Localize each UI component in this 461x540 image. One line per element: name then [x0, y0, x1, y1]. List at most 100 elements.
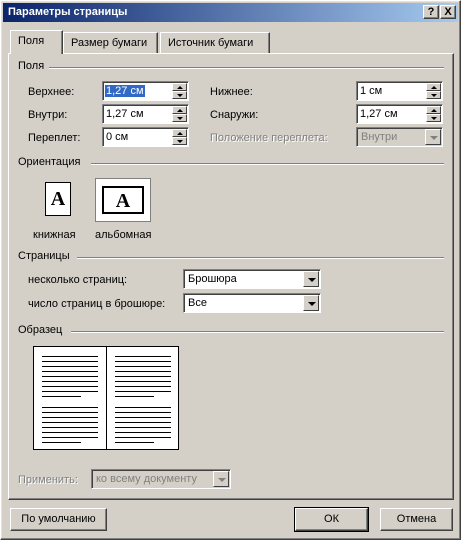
- preview-text-line: [42, 417, 98, 418]
- pages-group-label: Страницы: [18, 250, 74, 262]
- preview-right-page: [106, 347, 179, 449]
- gutter-value[interactable]: 0 см: [106, 131, 128, 143]
- tab-paper-source[interactable]: Источник бумаги: [160, 32, 270, 53]
- top-margin-value[interactable]: 1,27 см: [105, 85, 145, 97]
- gutter-position-select: Внутри: [356, 127, 443, 147]
- close-icon[interactable]: X: [440, 5, 456, 19]
- multiple-pages-label: несколько страниц:: [28, 274, 128, 286]
- preview-text-line: [42, 391, 98, 392]
- apply-to-label: Применить:: [18, 474, 78, 486]
- preview-text-line: [42, 371, 98, 372]
- landscape-page-icon: A: [102, 186, 144, 214]
- sheets-per-booklet-label: число страниц в брошюре:: [28, 298, 166, 310]
- dropdown-arrow-icon[interactable]: [303, 271, 319, 287]
- tab-paper-size-label: Размер бумаги: [71, 37, 148, 49]
- portrait-page-icon: A: [45, 182, 71, 216]
- inside-margin-value[interactable]: 1,27 см: [106, 108, 144, 120]
- preview-text-line: [115, 437, 171, 438]
- spin-up-icon[interactable]: [172, 106, 187, 114]
- preview-text-line: [115, 391, 171, 392]
- portrait-label[interactable]: книжная: [33, 229, 76, 241]
- spin-down-icon[interactable]: [172, 91, 187, 99]
- preview-text-line: [42, 366, 98, 367]
- gutter-spinner[interactable]: 0 см: [102, 127, 189, 147]
- spin-down-icon[interactable]: [172, 114, 187, 122]
- spin-up-icon[interactable]: [426, 83, 441, 91]
- gutter-position-value: Внутри: [361, 131, 398, 143]
- inside-margin-spinner[interactable]: 1,27 см: [102, 104, 189, 124]
- preview-image: [33, 346, 179, 450]
- landscape-label[interactable]: альбомная: [95, 229, 151, 241]
- preview-text-line: [42, 437, 98, 438]
- preview-text-line: [115, 361, 171, 362]
- tab-paper-size[interactable]: Размер бумаги: [63, 32, 158, 53]
- help-icon[interactable]: ?: [423, 5, 439, 19]
- preview-text-line: [42, 361, 98, 362]
- preview-divider: [71, 331, 444, 333]
- sheets-per-booklet-select[interactable]: Все: [183, 293, 321, 313]
- orientation-group-label: Ориентация: [18, 156, 85, 168]
- outside-margin-spinner[interactable]: 1,27 см: [356, 104, 443, 124]
- preview-left-page: [34, 347, 107, 449]
- preview-text-line: [42, 381, 98, 382]
- pages-divider: [77, 257, 444, 259]
- gutter-position-label: Положение переплета:: [210, 132, 328, 144]
- top-margin-label: Верхнее:: [28, 86, 75, 98]
- apply-to-select: ко всему документу: [91, 469, 231, 489]
- window-title: Параметры страницы: [8, 6, 128, 18]
- portrait-label-text: книжная: [33, 229, 76, 241]
- preview-text-line: [115, 371, 171, 372]
- dropdown-arrow-icon[interactable]: [303, 295, 319, 311]
- bottom-margin-spinner[interactable]: 1 см: [356, 81, 443, 101]
- multiple-pages-value: Брошюра: [188, 273, 237, 285]
- apply-to-value: ко всему документу: [96, 473, 197, 485]
- default-button-label: По умолчанию: [21, 513, 96, 525]
- bottom-margin-value[interactable]: 1 см: [360, 85, 382, 97]
- bottom-margin-label: Нижнее:: [210, 86, 253, 98]
- orientation-divider: [91, 163, 444, 165]
- preview-text-line: [115, 407, 171, 408]
- page-setup-dialog: Параметры страницы ? X Поля Размер бумаг…: [0, 0, 461, 540]
- preview-text-line: [42, 422, 98, 423]
- preview-text-line: [115, 356, 171, 357]
- preview-text-line: [115, 417, 171, 418]
- preview-text-line: [115, 427, 171, 428]
- preview-text-line: [115, 376, 171, 377]
- preview-text-line: [115, 442, 155, 443]
- preview-text-line: [115, 386, 171, 387]
- spin-up-icon[interactable]: [426, 106, 441, 114]
- title-bar[interactable]: Параметры страницы ? X: [3, 3, 458, 22]
- dropdown-arrow-icon: [213, 471, 229, 487]
- preview-text-line: [115, 396, 155, 397]
- cancel-button-label: Отмена: [396, 513, 437, 525]
- spin-down-icon[interactable]: [172, 137, 187, 145]
- portrait-option[interactable]: A: [30, 178, 84, 220]
- preview-text-line: [115, 412, 171, 413]
- multiple-pages-select[interactable]: Брошюра: [183, 269, 321, 289]
- spin-up-icon[interactable]: [172, 129, 187, 137]
- preview-text-line: [115, 422, 171, 423]
- margins-divider: [49, 67, 444, 69]
- preview-text-line: [42, 412, 98, 413]
- preview-text-line: [115, 366, 171, 367]
- tab-margins-label: Поля: [18, 35, 45, 47]
- cancel-button[interactable]: Отмена: [380, 508, 453, 531]
- outside-margin-value[interactable]: 1,27 см: [360, 108, 398, 120]
- preview-text-line: [42, 386, 98, 387]
- spin-up-icon[interactable]: [172, 83, 187, 91]
- landscape-label-text: альбомная: [95, 229, 152, 241]
- preview-text-line: [42, 442, 82, 443]
- default-button[interactable]: По умолчанию: [10, 508, 107, 531]
- preview-text-line: [42, 356, 98, 357]
- ok-button[interactable]: ОК: [294, 507, 369, 532]
- preview-text-line: [42, 396, 82, 397]
- landscape-option[interactable]: A: [95, 178, 151, 222]
- outside-margin-label: Снаружи:: [210, 109, 259, 121]
- spin-down-icon[interactable]: [426, 91, 441, 99]
- preview-text-line: [42, 432, 98, 433]
- dropdown-arrow-icon: [425, 129, 441, 145]
- preview-text-line: [115, 381, 171, 382]
- spin-down-icon[interactable]: [426, 114, 441, 122]
- top-margin-spinner[interactable]: 1,27 см: [102, 81, 189, 101]
- tab-margins[interactable]: Поля: [10, 30, 63, 54]
